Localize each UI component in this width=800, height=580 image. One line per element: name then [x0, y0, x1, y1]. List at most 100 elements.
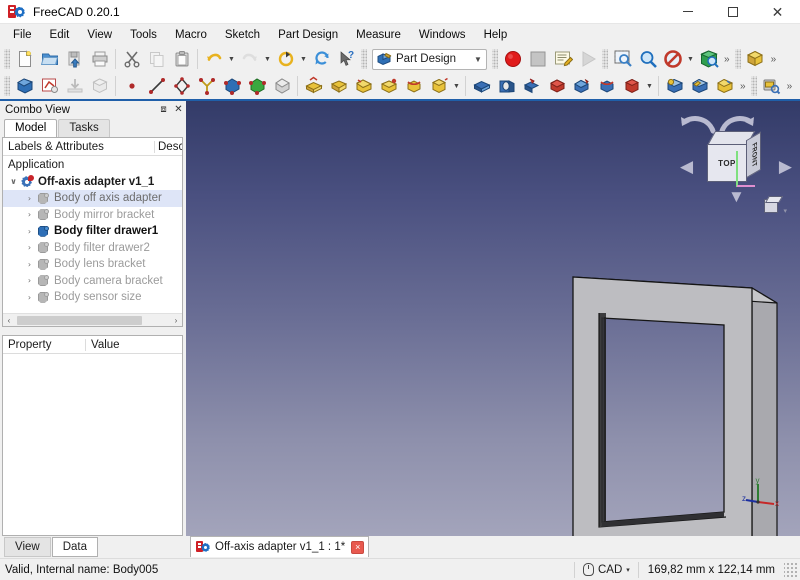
new-document-icon[interactable] — [12, 47, 37, 71]
toolbar-overflow-chevron-icon[interactable]: » — [784, 81, 796, 92]
home-cube-icon[interactable]: ▾ — [764, 197, 787, 217]
expand-chevron-right-icon[interactable]: › — [23, 293, 36, 302]
hole-icon[interactable] — [494, 74, 519, 98]
toolbar-overflow-chevron-icon[interactable]: » — [768, 54, 780, 65]
polyline-icon[interactable] — [169, 74, 194, 98]
expand-chevron-right-icon[interactable]: › — [23, 194, 36, 203]
expand-chevron-right-icon[interactable]: › — [23, 260, 36, 269]
document-tab[interactable]: Off-axis adapter v1_1 : 1* × — [190, 536, 370, 557]
create-part-icon[interactable] — [743, 47, 768, 71]
property-column-name[interactable]: Property — [3, 339, 85, 351]
menu-file[interactable]: File — [4, 25, 41, 44]
undo-dropdown-chevron-down-icon[interactable]: ▼ — [226, 47, 237, 71]
tree-item-body-filter-drawer1[interactable]: › Body filter drawer1 — [3, 223, 182, 240]
tab-view[interactable]: View — [4, 537, 51, 557]
menu-macro[interactable]: Macro — [166, 25, 216, 44]
zoom-area-icon[interactable] — [635, 47, 660, 71]
resize-grip-icon[interactable] — [784, 562, 798, 577]
macro-stop-icon[interactable] — [525, 47, 550, 71]
green-shape-icon[interactable] — [244, 74, 269, 98]
additive-loft-icon[interactable] — [351, 74, 376, 98]
tree-column-labels[interactable]: Labels & Attributes — [3, 141, 154, 153]
nav-left-arrow-icon[interactable]: ◀ — [680, 157, 693, 177]
tab-tasks[interactable]: Tasks — [58, 119, 110, 137]
navigation-mode-selector[interactable]: CAD ▾ — [575, 561, 638, 579]
refresh-icon[interactable] — [273, 47, 298, 71]
additive-primitive-chevron-down-icon[interactable]: ▼ — [451, 74, 462, 98]
workbench-selector[interactable]: Part Design ▼ — [372, 48, 487, 70]
toolbar-overflow-chevron-icon[interactable]: » — [721, 54, 733, 65]
chevron-down-icon[interactable]: ▼ — [470, 55, 486, 64]
paste-icon[interactable] — [169, 47, 194, 71]
close-document-icon[interactable]: × — [351, 540, 365, 554]
toolbar-grip[interactable] — [4, 49, 10, 69]
fit-all-icon[interactable] — [610, 47, 635, 71]
menu-windows[interactable]: Windows — [410, 25, 475, 44]
attach-sketch-icon[interactable] — [62, 74, 87, 98]
boolean-icon[interactable] — [269, 74, 294, 98]
nav-cube-right-face[interactable]: FRONT — [746, 131, 761, 179]
expand-chevron-down-icon[interactable]: ∨ — [7, 177, 20, 186]
whats-this-icon[interactable]: ? — [334, 47, 359, 71]
float-panel-icon[interactable]: ⧈ — [156, 103, 171, 117]
undo-icon[interactable] — [201, 47, 226, 71]
tree-item-body-off-axis-adapter[interactable]: › Body off axis adapter — [3, 190, 182, 207]
toolbar-grip[interactable] — [602, 49, 608, 69]
chevron-down-icon[interactable]: ▾ — [626, 566, 630, 574]
axonometric-view-icon[interactable] — [696, 47, 721, 71]
additive-pipe-icon[interactable] — [376, 74, 401, 98]
macro-execute-icon[interactable] — [575, 47, 600, 71]
additive-helix-icon[interactable] — [401, 74, 426, 98]
close-panel-icon[interactable]: ✕ — [171, 103, 186, 117]
tree-item-body-filter-drawer2[interactable]: › Body filter drawer2 — [3, 240, 182, 257]
menu-measure[interactable]: Measure — [347, 25, 410, 44]
line-icon[interactable] — [144, 74, 169, 98]
toolbar-overflow-chevron-icon[interactable]: » — [737, 81, 749, 92]
expand-chevron-right-icon[interactable]: › — [23, 227, 36, 236]
macro-record-icon[interactable] — [500, 47, 525, 71]
toolbar-grip[interactable] — [4, 76, 10, 96]
tree-item-body-mirror-bracket[interactable]: › Body mirror bracket — [3, 207, 182, 224]
scrollbar-track[interactable] — [15, 314, 170, 326]
save-document-icon[interactable] — [62, 47, 87, 71]
groove-icon[interactable] — [519, 74, 544, 98]
tree-item-body-camera-bracket[interactable]: › Body camera bracket — [3, 273, 182, 290]
create-sketch-icon[interactable] — [37, 74, 62, 98]
maximize-button[interactable] — [710, 0, 755, 24]
menu-part-design[interactable]: Part Design — [269, 25, 347, 44]
tree-column-description[interactable]: Descr — [154, 140, 182, 153]
tree-item-document[interactable]: ∨ Off-axis adapter v1_1 — [3, 174, 182, 191]
tree-root-application[interactable]: Application — [3, 157, 182, 174]
tab-model[interactable]: Model — [4, 119, 58, 137]
scrollbar-thumb[interactable] — [17, 315, 142, 325]
create-body-icon[interactable] — [12, 74, 37, 98]
nav-cube-front-face[interactable]: TOP — [707, 144, 747, 182]
draw-style-chevron-down-icon[interactable]: ▼ — [685, 47, 696, 71]
subtractive-loft-icon[interactable] — [544, 74, 569, 98]
toolbar-grip[interactable] — [734, 49, 741, 69]
tree-horizontal-scrollbar[interactable]: ‹ › — [3, 313, 182, 326]
toolbar-grip[interactable] — [361, 49, 367, 69]
scroll-left-icon[interactable]: ‹ — [3, 316, 15, 325]
menu-help[interactable]: Help — [475, 25, 517, 44]
menu-view[interactable]: View — [78, 25, 121, 44]
close-button[interactable]: ✕ — [755, 0, 800, 24]
redo-icon[interactable] — [237, 47, 262, 71]
pad-icon[interactable] — [301, 74, 326, 98]
measure-icon[interactable] — [759, 74, 784, 98]
3d-viewport[interactable]: ◀ ▶ ▼ FRONT TOP ▾ x y z — [186, 101, 800, 536]
copy-icon[interactable] — [144, 47, 169, 71]
minimize-button[interactable] — [665, 0, 710, 24]
subtractive-helix-icon[interactable] — [594, 74, 619, 98]
subtractive-primitive-icon[interactable] — [619, 74, 644, 98]
refresh-dropdown-chevron-down-icon[interactable]: ▼ — [298, 47, 309, 71]
navigation-cube[interactable]: ◀ ▶ ▼ FRONT TOP ▾ — [680, 113, 792, 221]
property-column-value[interactable]: Value — [85, 338, 182, 351]
menu-edit[interactable]: Edit — [41, 25, 79, 44]
pocket-icon[interactable] — [469, 74, 494, 98]
blue-shape-icon[interactable] — [219, 74, 244, 98]
fillet-icon[interactable] — [662, 74, 687, 98]
constraint-icon[interactable] — [194, 74, 219, 98]
expand-chevron-right-icon[interactable]: › — [23, 210, 36, 219]
validate-sketch-icon[interactable] — [87, 74, 112, 98]
